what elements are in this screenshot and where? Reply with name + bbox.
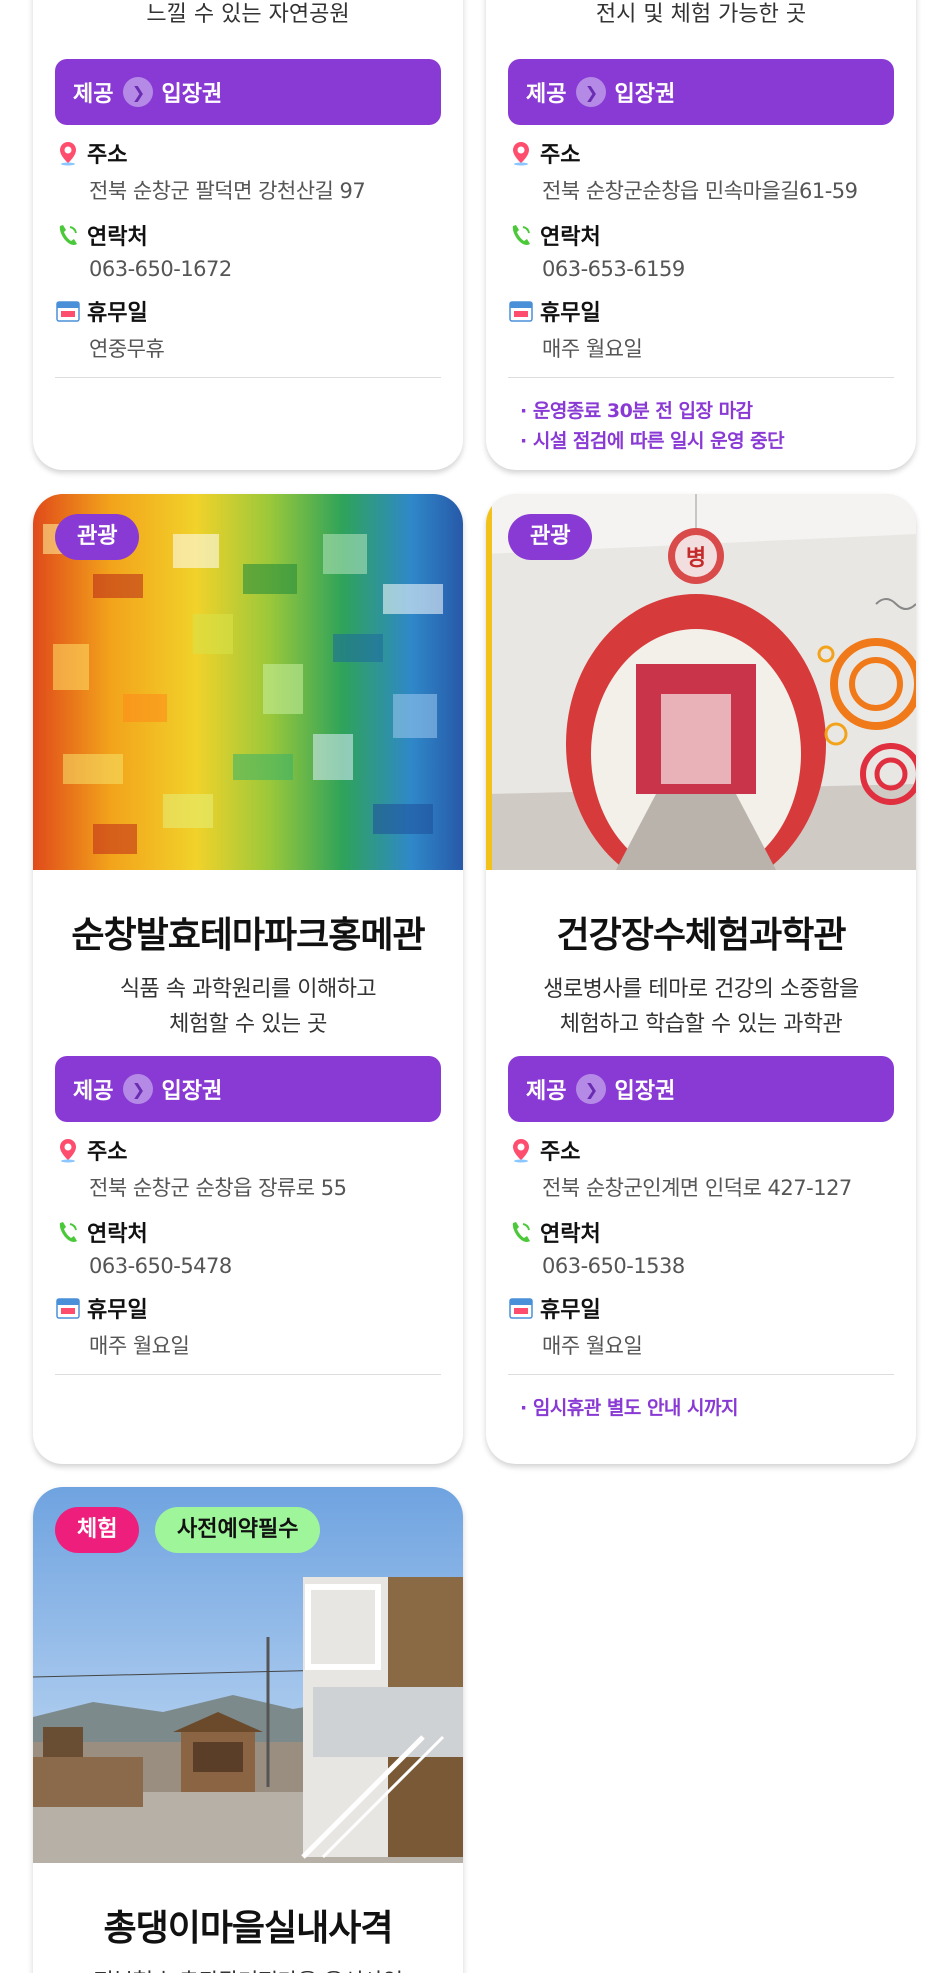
info-list: 주소 전북 순창군인계면 인덕로 427-127 연락처 063-650-153… xyxy=(508,1134,894,1360)
address-value: 전북 순창군 순창읍 장류로 55 xyxy=(89,1176,347,1200)
notice-list: · 운영종료 30분 전 입장 마감 · 시설 점검에 따른 일시 운영 중단 xyxy=(520,396,894,456)
provide-label: 제공 xyxy=(73,82,114,107)
card-description: 생로병사를 테마로 건강의 소중함을 체험하고 학습할 수 있는 과학관 xyxy=(486,972,916,1042)
address-value: 전북 순창군순창읍 민속마을길61-59 xyxy=(542,179,858,203)
card-photo: 관광 xyxy=(33,494,463,870)
card-fermentation-park[interactable]: 관광 순창발효테마파크홍메관 식품 속 과학원리를 이해하고 체험할 수 있는 … xyxy=(33,494,463,1464)
phone-icon xyxy=(512,225,530,245)
divider xyxy=(55,1374,441,1375)
description-line: 체험하고 학습할 수 있는 과학관 xyxy=(559,1012,843,1037)
contact-label: 연락처 xyxy=(87,1222,148,1247)
closed-value: 매주 월요일 xyxy=(542,1334,643,1358)
location-pin-icon xyxy=(513,142,529,166)
info-list: 주소 전북 순창군 순창읍 장류로 55 연락처 063-650-5478 휴무… xyxy=(55,1134,441,1360)
provide-value: 입장권 xyxy=(614,1079,676,1104)
divider xyxy=(55,377,441,378)
card-title: 순창발효테마파크홍메관 xyxy=(71,915,425,956)
closed-value: 매주 월요일 xyxy=(89,1334,190,1358)
phone-icon xyxy=(59,1222,77,1242)
card-folk-village[interactable]: 전시 및 체험 가능한 곳 제공 ❯ 입장권 주소 전북 순창군순창읍 민속마을… xyxy=(486,0,916,470)
notice-item: · 시설 점검에 따른 일시 운영 중단 xyxy=(520,430,785,452)
provide-label: 제공 xyxy=(73,1079,114,1104)
provide-bar: 제공 ❯ 입장권 xyxy=(55,1056,441,1122)
card-title: 총댕이마을실내사격 xyxy=(103,1908,393,1949)
provide-bar: 제공 ❯ 입장권 xyxy=(508,59,894,125)
contact-label: 연락처 xyxy=(540,1222,601,1247)
category-tag: 체험 xyxy=(55,1507,140,1553)
divider xyxy=(508,377,894,378)
card-photo: 병 관광 xyxy=(486,494,916,870)
location-pin-icon xyxy=(513,1139,529,1163)
location-pin-icon xyxy=(60,142,76,166)
provide-label: 제공 xyxy=(526,1079,567,1104)
card-shooting-range[interactable]: 체험 사전예약필수 총댕이마을실내사격 전북형 농촌관광거점마을 육성사업 xyxy=(33,1487,463,1973)
card-description: 식품 속 과학원리를 이해하고 체험할 수 있는 곳 xyxy=(33,972,463,1042)
address-value: 전북 순창군 팔덕면 강천산길 97 xyxy=(89,179,366,203)
contact-value[interactable]: 063-650-5478 xyxy=(89,1254,441,1278)
address-label: 주소 xyxy=(87,143,128,168)
notice-item: · 운영종료 30분 전 입장 마감 xyxy=(520,400,753,422)
provide-bar: 제공 ❯ 입장권 xyxy=(55,59,441,125)
hospital-sign-text: 병 xyxy=(686,546,706,571)
closed-value: 연중무휴 xyxy=(89,337,165,361)
notice-item: · 임시휴관 별도 안내 시까지 xyxy=(520,1397,738,1419)
calendar-icon xyxy=(56,301,80,322)
card-gangcheonsan[interactable]: 느낄 수 있는 자연공원 제공 ❯ 입장권 주소 전북 순창군 팔덕면 강천산길… xyxy=(33,0,463,470)
category-tag: 관광 xyxy=(508,514,593,560)
address-label: 주소 xyxy=(540,1140,581,1165)
chevron-right-icon: ❯ xyxy=(123,1074,154,1104)
contact-value[interactable]: 063-650-1672 xyxy=(89,257,441,281)
card-title: 건강장수체험과학관 xyxy=(556,915,846,956)
provide-label: 제공 xyxy=(526,82,567,107)
card-photo: 체험 사전예약필수 xyxy=(33,1487,463,1863)
category-tag: 관광 xyxy=(55,514,140,560)
address-value: 전북 순창군인계면 인덕로 427-127 xyxy=(542,1176,852,1200)
card-health-science-museum[interactable]: 병 관광 건강장수체험과학관 생로병사를 테마로 건강의 소중함을 체험하고 학… xyxy=(486,494,916,1464)
description-line: 생로병사를 테마로 건강의 소중함을 xyxy=(543,977,859,1002)
provide-value: 입장권 xyxy=(161,1079,223,1104)
card-description: 느낄 수 있는 자연공원 xyxy=(146,2,350,27)
closed-label: 휴무일 xyxy=(540,1298,601,1323)
contact-label: 연락처 xyxy=(540,225,601,250)
card-description: 전북형 농촌관광거점마을 육성사업 xyxy=(33,1965,463,1973)
card-description: 전시 및 체험 가능한 곳 xyxy=(595,2,807,27)
info-list: 주소 전북 순창군 팔덕면 강천산길 97 연락처 063-650-1672 휴… xyxy=(55,137,441,363)
provide-value: 입장권 xyxy=(161,82,223,107)
contact-value[interactable]: 063-650-1538 xyxy=(542,1254,894,1278)
description-line: 전북형 농촌관광거점마을 육성사업 xyxy=(33,1965,463,1973)
chevron-right-icon: ❯ xyxy=(576,1074,607,1104)
contact-value[interactable]: 063-653-6159 xyxy=(542,257,894,281)
closed-label: 휴무일 xyxy=(87,301,148,326)
location-pin-icon xyxy=(60,1139,76,1163)
closed-label: 휴무일 xyxy=(540,301,601,326)
chevron-right-icon: ❯ xyxy=(123,77,154,107)
divider xyxy=(508,1374,894,1375)
provide-value: 입장권 xyxy=(614,82,676,107)
closed-label: 휴무일 xyxy=(87,1298,148,1323)
info-list: 주소 전북 순창군순창읍 민속마을길61-59 연락처 063-653-6159… xyxy=(508,137,894,363)
calendar-icon xyxy=(56,1298,80,1319)
address-label: 주소 xyxy=(540,143,581,168)
chevron-right-icon: ❯ xyxy=(576,77,607,107)
phone-icon xyxy=(512,1222,530,1242)
reservation-required-tag: 사전예약필수 xyxy=(155,1507,321,1553)
calendar-icon xyxy=(509,301,533,322)
closed-value: 매주 월요일 xyxy=(542,337,643,361)
provide-bar: 제공 ❯ 입장권 xyxy=(508,1056,894,1122)
contact-label: 연락처 xyxy=(87,225,148,250)
phone-icon xyxy=(59,225,77,245)
calendar-icon xyxy=(509,1298,533,1319)
description-line: 식품 속 과학원리를 이해하고 xyxy=(119,977,377,1002)
notice-list: · 임시휴관 별도 안내 시까지 xyxy=(520,1393,894,1423)
address-label: 주소 xyxy=(87,1140,128,1165)
description-line: 체험할 수 있는 곳 xyxy=(169,1012,327,1037)
